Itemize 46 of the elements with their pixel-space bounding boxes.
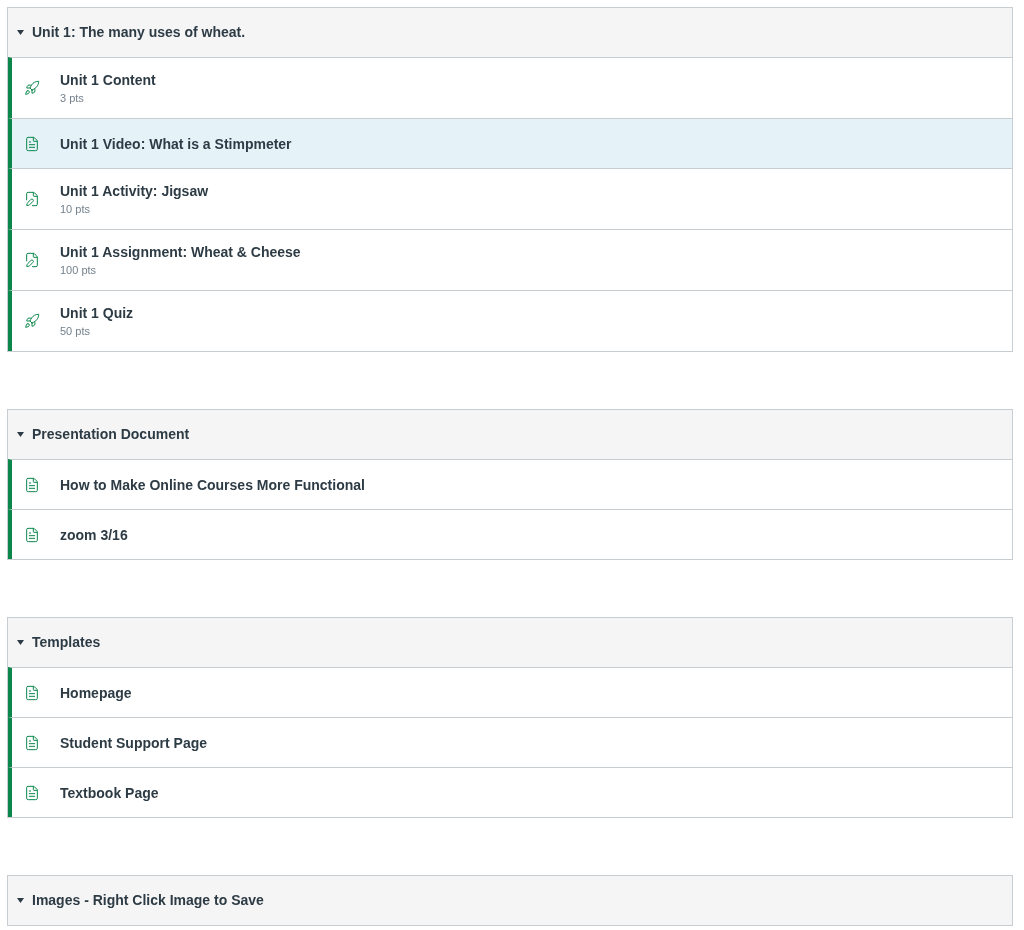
module-item[interactable]: Textbook Page (8, 767, 1012, 817)
module-item[interactable]: Student Support Page (8, 717, 1012, 767)
document-icon (24, 734, 40, 751)
item-points: 100 pts (60, 263, 98, 278)
caret-icon (17, 432, 24, 437)
item-title: Textbook Page (60, 783, 159, 803)
caret-icon (17, 898, 24, 903)
module-header[interactable]: Unit 1: The many uses of wheat. (8, 8, 1012, 57)
module-title: Images - Right Click Image to Save (32, 891, 264, 910)
module-item[interactable]: How to Make Online Courses More Functional (8, 459, 1012, 509)
module-header[interactable]: Presentation Document (8, 410, 1012, 459)
module-header[interactable]: Templates (8, 618, 1012, 667)
caret-icon (17, 30, 24, 35)
item-title: Unit 1 Quiz (60, 304, 134, 323)
item-points: 10 pts (60, 202, 91, 217)
module-title: Templates (32, 633, 101, 652)
module-title: Presentation Document (32, 425, 190, 444)
module-item[interactable]: Unit 1 Activity: Jigsaw 10 pts (8, 168, 1012, 229)
module-item[interactable]: zoom 3/16 (8, 509, 1012, 559)
module-header[interactable]: Images - Right Click Image to Save (8, 876, 1012, 925)
document-icon (24, 135, 40, 152)
document-icon (24, 684, 40, 701)
module-title: Unit 1: The many uses of wheat. (32, 23, 246, 42)
item-title: zoom 3/16 (60, 525, 128, 545)
module-item[interactable]: Unit 1 Assignment: Wheat & Cheese 100 pts (8, 229, 1012, 290)
module-item[interactable]: Unit 1 Content 3 pts (8, 57, 1012, 118)
document-icon (24, 476, 40, 493)
item-title: Student Support Page (60, 733, 207, 753)
document-icon (24, 526, 40, 543)
item-title: Unit 1 Activity: Jigsaw (60, 182, 209, 201)
rocket-icon (24, 80, 40, 96)
item-points: 50 pts (60, 324, 91, 339)
document-icon (24, 784, 40, 801)
item-title: How to Make Online Courses More Functional (60, 475, 365, 495)
module-item[interactable]: Homepage (8, 667, 1012, 717)
item-points: 3 pts (60, 91, 85, 106)
item-title: Unit 1 Video: What is a Stimpmeter (60, 134, 292, 154)
module-item[interactable]: Unit 1 Video: What is a Stimpmeter (8, 118, 1012, 168)
caret-icon (17, 640, 24, 645)
module-item[interactable]: Unit 1 Quiz 50 pts (8, 290, 1012, 351)
item-title: Homepage (60, 683, 132, 703)
item-title: Unit 1 Assignment: Wheat & Cheese (60, 243, 301, 262)
rocket-icon (24, 313, 40, 329)
item-title: Unit 1 Content (60, 71, 156, 90)
document-edit-icon (24, 191, 40, 207)
document-edit-icon (24, 252, 40, 268)
